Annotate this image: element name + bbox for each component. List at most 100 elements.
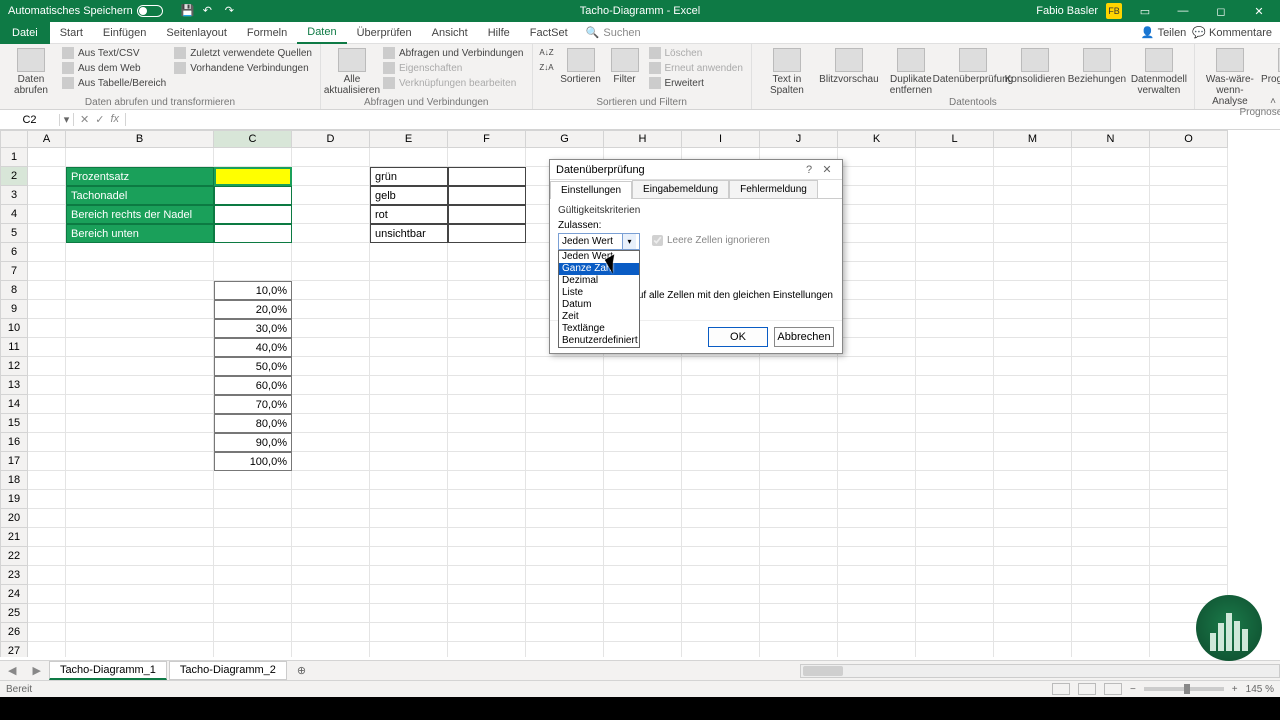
row-header[interactable]: 9	[0, 300, 28, 319]
cell[interactable]	[28, 224, 66, 243]
cell[interactable]	[448, 205, 526, 224]
cell[interactable]	[838, 471, 916, 490]
cell[interactable]	[604, 471, 682, 490]
cell[interactable]	[916, 319, 994, 338]
cell[interactable]	[292, 566, 370, 585]
autosave-toggle[interactable]: Automatisches Speichern	[8, 5, 163, 17]
cell[interactable]	[28, 490, 66, 509]
zoom-in-icon[interactable]: +	[1232, 684, 1238, 695]
add-sheet-icon[interactable]: ⊕	[289, 664, 314, 677]
cell[interactable]	[604, 528, 682, 547]
cell[interactable]	[292, 642, 370, 657]
cell[interactable]	[28, 547, 66, 566]
cell[interactable]	[66, 338, 214, 357]
normal-view-icon[interactable]	[1052, 683, 1070, 695]
cell[interactable]	[1072, 186, 1150, 205]
cell[interactable]	[916, 376, 994, 395]
ignore-blank-checkbox[interactable]: Leere Zellen ignorieren	[652, 235, 770, 246]
cell[interactable]	[916, 547, 994, 566]
cell[interactable]	[28, 566, 66, 585]
cell[interactable]	[760, 471, 838, 490]
cell[interactable]	[916, 243, 994, 262]
cell[interactable]	[994, 509, 1072, 528]
cell[interactable]	[448, 186, 526, 205]
tab-überprüfen[interactable]: Überprüfen	[347, 22, 422, 44]
cell[interactable]	[370, 281, 448, 300]
cell[interactable]	[214, 471, 292, 490]
user-avatar[interactable]: FB	[1106, 3, 1122, 19]
dialog-tab[interactable]: Eingabemeldung	[632, 180, 729, 198]
ribbon-item[interactable]: Aus Text/CSV	[60, 46, 168, 60]
column-header[interactable]: C	[214, 130, 292, 148]
cell[interactable]	[1072, 319, 1150, 338]
cell[interactable]	[292, 262, 370, 281]
cell[interactable]	[1072, 471, 1150, 490]
row-header[interactable]: 20	[0, 509, 28, 528]
cell[interactable]	[994, 224, 1072, 243]
zoom-slider[interactable]	[1144, 687, 1224, 691]
cell[interactable]	[292, 300, 370, 319]
cell[interactable]	[994, 604, 1072, 623]
cell[interactable]: Prozentsatz	[66, 167, 214, 186]
cell[interactable]	[994, 281, 1072, 300]
row-header[interactable]: 1	[0, 148, 28, 167]
tab-formeln[interactable]: Formeln	[237, 22, 297, 44]
cell[interactable]	[1072, 243, 1150, 262]
dropdown-option[interactable]: Textlänge	[559, 323, 639, 335]
row-header[interactable]: 4	[0, 205, 28, 224]
cell[interactable]	[1072, 414, 1150, 433]
ribbon-item[interactable]: Zuletzt verwendete Quellen	[172, 46, 314, 60]
cell[interactable]	[682, 490, 760, 509]
row-header[interactable]: 25	[0, 604, 28, 623]
cell[interactable]	[916, 262, 994, 281]
cell[interactable]	[838, 224, 916, 243]
cell[interactable]	[448, 338, 526, 357]
cell[interactable]	[604, 604, 682, 623]
cell[interactable]	[214, 186, 292, 205]
cell[interactable]	[1072, 433, 1150, 452]
tab-hilfe[interactable]: Hilfe	[478, 22, 520, 44]
cell[interactable]: gelb	[370, 186, 448, 205]
row-header[interactable]: 27	[0, 642, 28, 657]
cell[interactable]	[28, 205, 66, 224]
cell[interactable]	[526, 623, 604, 642]
row-header[interactable]: 7	[0, 262, 28, 281]
row-header[interactable]: 23	[0, 566, 28, 585]
cell[interactable]	[1150, 338, 1228, 357]
cell[interactable]	[916, 205, 994, 224]
cell[interactable]	[682, 623, 760, 642]
cell[interactable]	[1072, 262, 1150, 281]
ribbon-item[interactable]: Löschen	[647, 46, 745, 60]
cell[interactable]	[1150, 490, 1228, 509]
cell[interactable]	[28, 414, 66, 433]
cell[interactable]	[994, 205, 1072, 224]
cell[interactable]	[292, 433, 370, 452]
cell[interactable]: 60,0%	[214, 376, 292, 395]
cell[interactable]	[214, 205, 292, 224]
select-all-corner[interactable]	[0, 130, 28, 148]
tab-ansicht[interactable]: Ansicht	[422, 22, 478, 44]
dialog-tab[interactable]: Einstellungen	[550, 181, 632, 199]
cell[interactable]	[292, 376, 370, 395]
cell[interactable]	[760, 376, 838, 395]
cell[interactable]	[604, 376, 682, 395]
cell[interactable]	[916, 528, 994, 547]
cell[interactable]	[994, 490, 1072, 509]
row-header[interactable]: 21	[0, 528, 28, 547]
cell[interactable]	[682, 433, 760, 452]
row-header[interactable]: 5	[0, 224, 28, 243]
cell[interactable]	[760, 414, 838, 433]
cell[interactable]	[1072, 452, 1150, 471]
column-header[interactable]: K	[838, 130, 916, 148]
cell[interactable]	[1150, 433, 1228, 452]
cell[interactable]: unsichtbar	[370, 224, 448, 243]
row-header[interactable]: 2	[0, 167, 28, 186]
cell[interactable]	[28, 167, 66, 186]
cell[interactable]	[448, 604, 526, 623]
cell[interactable]: 50,0%	[214, 357, 292, 376]
cell[interactable]	[448, 262, 526, 281]
cell[interactable]	[526, 528, 604, 547]
cell[interactable]	[526, 509, 604, 528]
dialog-tab[interactable]: Fehlermeldung	[729, 180, 818, 198]
cell[interactable]	[448, 376, 526, 395]
